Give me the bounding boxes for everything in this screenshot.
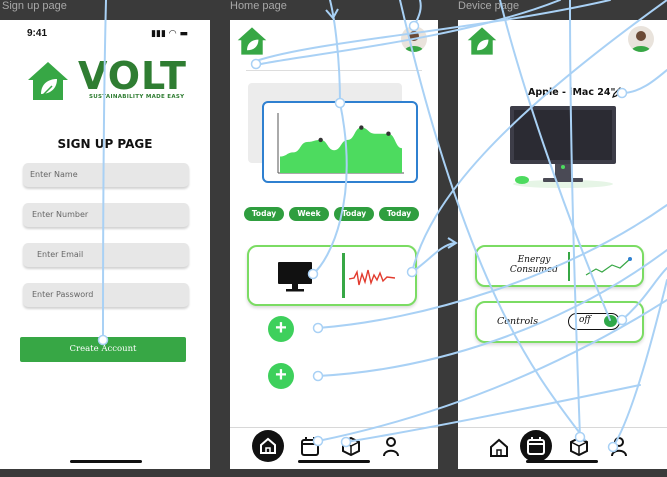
calendar-icon (301, 437, 319, 456)
energy-waveform-icon (349, 269, 395, 286)
home-icon (490, 438, 508, 457)
nav-home-button[interactable] (252, 430, 284, 462)
pill-today-2[interactable]: Today (334, 207, 374, 221)
page-title: SIGN UP PAGE (57, 137, 153, 151)
trend-line-icon (585, 257, 632, 276)
home-screen: Today Week Today Today + + (230, 20, 438, 469)
pill-today-1[interactable]: Today (244, 207, 284, 221)
frame-label-device: Device page (458, 0, 520, 12)
avatar[interactable] (401, 26, 427, 52)
brand-name: VOLT (78, 54, 187, 98)
home-logo-icon[interactable] (236, 26, 268, 56)
nav-profile-button[interactable] (604, 432, 634, 462)
chart-area-series (280, 127, 402, 173)
flow-arrowhead (325, 8, 339, 20)
usage-chart (277, 113, 404, 174)
home-indicator (526, 460, 598, 463)
profile-icon (383, 437, 399, 457)
volt-logo-house-icon (28, 62, 68, 100)
chart-point-8 (386, 131, 391, 136)
brand-tagline: SUSTAINABILITY MADE EASY (89, 94, 185, 100)
nav-profile-button[interactable] (376, 432, 406, 462)
home-logo-icon[interactable] (466, 26, 498, 56)
status-icons: ▮▮▮ ◠ ▬ (151, 29, 188, 39)
controls-label: Controls (497, 316, 539, 327)
nav-devices-button[interactable] (564, 432, 594, 462)
nav-home-button[interactable] (484, 432, 514, 462)
frame-label-signup: Sign up page (2, 0, 67, 12)
home-indicator (298, 460, 370, 463)
avatar[interactable] (628, 26, 654, 52)
calendar-icon (527, 437, 545, 455)
flow-arrowhead (447, 237, 458, 249)
card-divider (568, 252, 570, 281)
status-time: 9:41 (27, 28, 48, 39)
frame-label-home: Home page (230, 0, 287, 12)
number-field[interactable]: Enter Number (23, 203, 189, 227)
card-divider (342, 253, 345, 298)
controls-card[interactable]: Controls off (475, 301, 644, 343)
pill-week[interactable]: Week (289, 207, 329, 221)
avatar-person-icon (631, 31, 651, 52)
home-indicator (70, 460, 142, 463)
pill-today-3[interactable]: Today (379, 207, 419, 221)
signup-screen: 9:41 ▮▮▮ ◠ ▬ VOLT SUSTAINABILITY MADE EA… (0, 20, 210, 469)
nav-devices-button[interactable] (336, 432, 366, 462)
toggle-label: off (579, 315, 591, 325)
avatar-person-icon (404, 31, 424, 52)
cube-icon (570, 436, 588, 457)
toggle-knob[interactable] (604, 315, 617, 327)
energy-consumed-label: Energy Consumed (509, 255, 559, 275)
monitor-icon (278, 262, 312, 292)
add-device-button-1[interactable]: + (268, 316, 294, 342)
usage-chart-card[interactable] (262, 101, 418, 183)
energy-consumed-card[interactable]: Energy Consumed (475, 245, 644, 287)
add-device-button-2[interactable]: + (268, 363, 294, 389)
email-field[interactable]: Enter Email (23, 243, 189, 267)
create-account-button[interactable]: Create Account (20, 337, 186, 362)
device-title: Apple - iMac 24" (528, 87, 616, 98)
chart-point-3 (318, 137, 323, 143)
password-field[interactable]: Enter Password (23, 283, 189, 307)
nav-calendar-button[interactable] (296, 432, 326, 462)
home-icon (260, 437, 276, 454)
cube-icon (342, 436, 360, 457)
power-toggle[interactable]: off (568, 313, 620, 330)
profile-icon (611, 437, 627, 457)
divider (246, 70, 422, 71)
chart-point-6 (359, 125, 364, 130)
name-field[interactable]: Enter Name (23, 163, 189, 187)
imac-illustration (510, 106, 616, 188)
device-card-imac[interactable] (247, 245, 417, 306)
nav-calendar-button[interactable] (520, 430, 552, 462)
pencil-icon[interactable] (611, 87, 623, 99)
device-screen: Apple - iMac 24" Energy Consumed Control… (458, 20, 667, 469)
